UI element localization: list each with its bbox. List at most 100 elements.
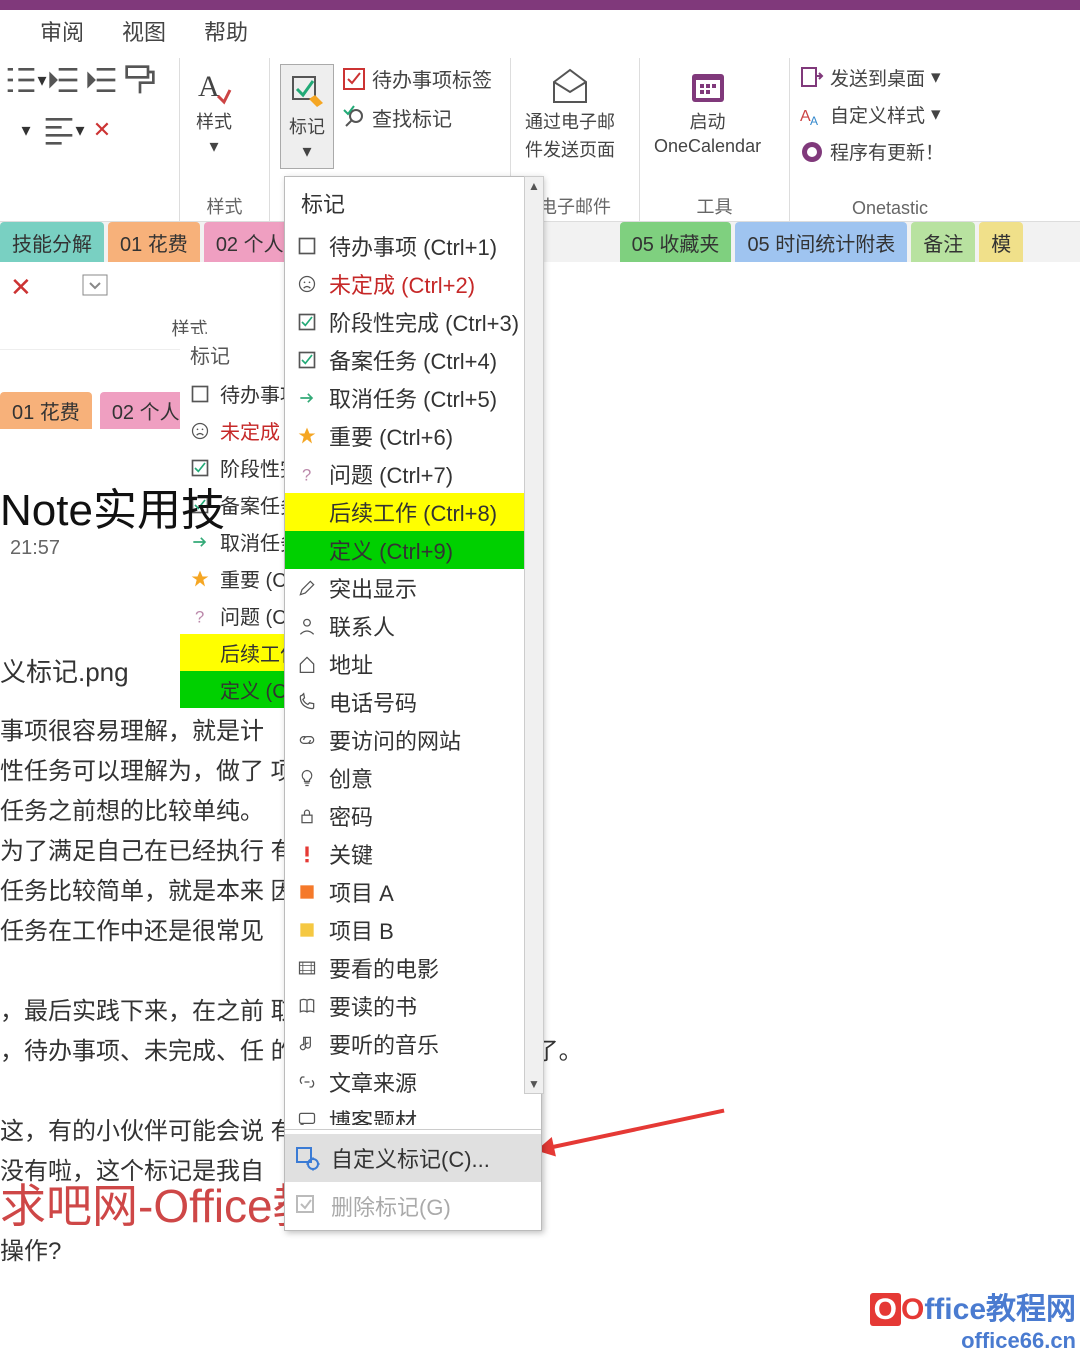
svg-text:A: A: [198, 70, 220, 103]
paint-roller-icon[interactable]: [124, 64, 156, 96]
none-icon: [188, 678, 212, 702]
delete-icon[interactable]: ✕: [86, 114, 118, 146]
customize-tags-item[interactable]: 自定义标记(C)...: [285, 1134, 541, 1182]
tag-mini-item-0[interactable]: 待办事项: [180, 375, 295, 412]
tag-mini-item-7[interactable]: 后续工作: [180, 634, 295, 671]
pen-icon: [295, 576, 319, 600]
tag-item-17[interactable]: 项目 A: [285, 873, 541, 911]
page-title[interactable]: Note实用技: [0, 474, 225, 538]
styles-label: 样式: [196, 108, 232, 134]
svg-text:A: A: [810, 114, 818, 128]
tag-item-0[interactable]: 待办事项 (Ctrl+1): [285, 227, 541, 265]
sq-yellow-icon: [295, 918, 319, 942]
tag-item-3[interactable]: 备案任务 (Ctrl+4): [285, 341, 541, 379]
tag-mini-item-1[interactable]: 未定成 (: [180, 412, 295, 449]
ribbon-group-tools: 启动 OneCalendar 工具: [640, 58, 790, 221]
menu-bar: 审阅 视图 帮助: [0, 10, 1080, 52]
site-logo: OOffice教程网 office66.cn: [870, 1284, 1076, 1354]
tag-item-4[interactable]: 取消任务 (Ctrl+5): [285, 379, 541, 417]
excl-icon: [295, 842, 319, 866]
phone-icon: [295, 690, 319, 714]
onecalendar-button[interactable]: 启动 OneCalendar: [650, 64, 765, 159]
tag-item-18[interactable]: 项目 B: [285, 911, 541, 949]
email-label-1: 通过电子邮: [525, 108, 615, 134]
send-desktop-button[interactable]: 发送到桌面▾: [800, 64, 944, 91]
tag-item-11[interactable]: 地址: [285, 645, 541, 683]
page-subtitle: 义标记.png: [0, 652, 129, 689]
tag-mini-item-5[interactable]: 重要 (Ct: [180, 560, 295, 597]
person-icon: [295, 614, 319, 638]
tag-item-14[interactable]: 创意: [285, 759, 541, 797]
tag-mini-item-6[interactable]: ?问题 (Ct: [180, 597, 295, 634]
menu-view[interactable]: 视图: [122, 15, 166, 47]
svg-text:?: ?: [195, 607, 204, 626]
ribbon-group-onetastic: 发送到桌面▾ AA 自定义样式▾ 程序有更新！ Onetastic: [790, 58, 990, 221]
tag-item-7[interactable]: 后续工作 (Ctrl+8): [285, 493, 541, 531]
remove-tag-item: 删除标记(G): [285, 1182, 541, 1230]
remove-tag-label: 删除标记(G): [331, 1190, 451, 1222]
styles-button[interactable]: A 样式 ▾: [190, 64, 238, 159]
link-icon: [295, 728, 319, 752]
check-icon: [295, 310, 319, 334]
ribbon-styles-label: 样式: [180, 193, 269, 219]
scroll-up-icon[interactable]: ▲: [525, 177, 543, 195]
mini-tab-0[interactable]: 01 花费: [0, 392, 92, 429]
style-pane-close-icon[interactable]: ✕: [10, 272, 32, 303]
none-icon: [188, 641, 212, 665]
tag-item-23[interactable]: 博客题材: [285, 1101, 541, 1125]
tag-item-19[interactable]: 要看的电影: [285, 949, 541, 987]
send-desktop-label: 发送到桌面: [830, 64, 925, 91]
tag-item-2[interactable]: 阶段性完成 (Ctrl+3): [285, 303, 541, 341]
tag-item-9[interactable]: 突出显示: [285, 569, 541, 607]
tag-item-22[interactable]: 文章来源: [285, 1063, 541, 1101]
section-tab-3[interactable]: 05 收藏夹: [620, 222, 732, 262]
none-icon: [295, 538, 319, 562]
tag-item-20[interactable]: 要读的书: [285, 987, 541, 1025]
indent-icon[interactable]: [86, 64, 118, 96]
section-tab-1[interactable]: 01 花费: [108, 222, 200, 262]
list-dropdown-icon[interactable]: ▾: [10, 64, 42, 96]
find-tags-label: 查找标记: [372, 103, 452, 132]
align-left-icon[interactable]: ▾: [48, 114, 80, 146]
menu-review[interactable]: 审阅: [40, 15, 84, 47]
tag-item-6[interactable]: ?问题 (Ctrl+7): [285, 455, 541, 493]
section-tab-0[interactable]: 技能分解: [0, 222, 104, 262]
find-tags-button[interactable]: 查找标记: [342, 103, 492, 132]
todo-tag-button[interactable]: 待办事项标签: [342, 64, 492, 93]
update-button[interactable]: 程序有更新！: [800, 138, 944, 165]
email-label-2: 件发送页面: [525, 136, 615, 162]
tag-item-12[interactable]: 电话号码: [285, 683, 541, 721]
dropdown-scrollbar[interactable]: ▲ ▼: [524, 176, 544, 1094]
custom-style-button[interactable]: AA 自定义样式▾: [800, 101, 944, 128]
question-icon: ?: [295, 462, 319, 486]
tag-item-16[interactable]: 关键: [285, 835, 541, 873]
tag-item-1[interactable]: 未定成 (Ctrl+2): [285, 265, 541, 303]
tag-item-10[interactable]: 联系人: [285, 607, 541, 645]
tag-item-8[interactable]: 定义 (Ctrl+9): [285, 531, 541, 569]
tag-item-5[interactable]: 重要 (Ctrl+6): [285, 417, 541, 455]
tags-dropdown: 标记 待办事项 (Ctrl+1)未定成 (Ctrl+2)阶段性完成 (Ctrl+…: [284, 176, 542, 1231]
menu-help[interactable]: 帮助: [204, 15, 248, 47]
tag-item-21[interactable]: 要听的音乐: [285, 1025, 541, 1063]
remove-tag-icon: [295, 1194, 319, 1218]
section-tab-4[interactable]: 05 时间统计附表: [735, 222, 907, 262]
home-icon: [295, 652, 319, 676]
align-dropdown-icon[interactable]: ▾: [10, 114, 42, 146]
tag-pane-header: 标记: [180, 334, 295, 375]
style-pane-dropdown-icon[interactable]: [82, 274, 108, 301]
section-tab-5[interactable]: 备注: [911, 222, 975, 262]
email-page-button[interactable]: 通过电子邮 件发送页面: [521, 64, 619, 164]
star-icon: [295, 424, 319, 448]
tags-dropdown-header: 标记: [285, 177, 541, 227]
tags-button[interactable]: 标记 ▾: [280, 64, 334, 169]
tag-item-13[interactable]: 要访问的网站: [285, 721, 541, 759]
scroll-down-icon[interactable]: ▼: [525, 1075, 543, 1093]
outdent-icon[interactable]: [48, 64, 80, 96]
sad-icon: [295, 272, 319, 296]
star-icon: [188, 567, 212, 591]
section-tab-6[interactable]: 模: [979, 222, 1023, 262]
film-icon: [295, 956, 319, 980]
page-time: 21:57: [10, 537, 60, 560]
tag-mini-item-8[interactable]: 定义 (Ct: [180, 671, 295, 708]
tag-item-15[interactable]: 密码: [285, 797, 541, 835]
